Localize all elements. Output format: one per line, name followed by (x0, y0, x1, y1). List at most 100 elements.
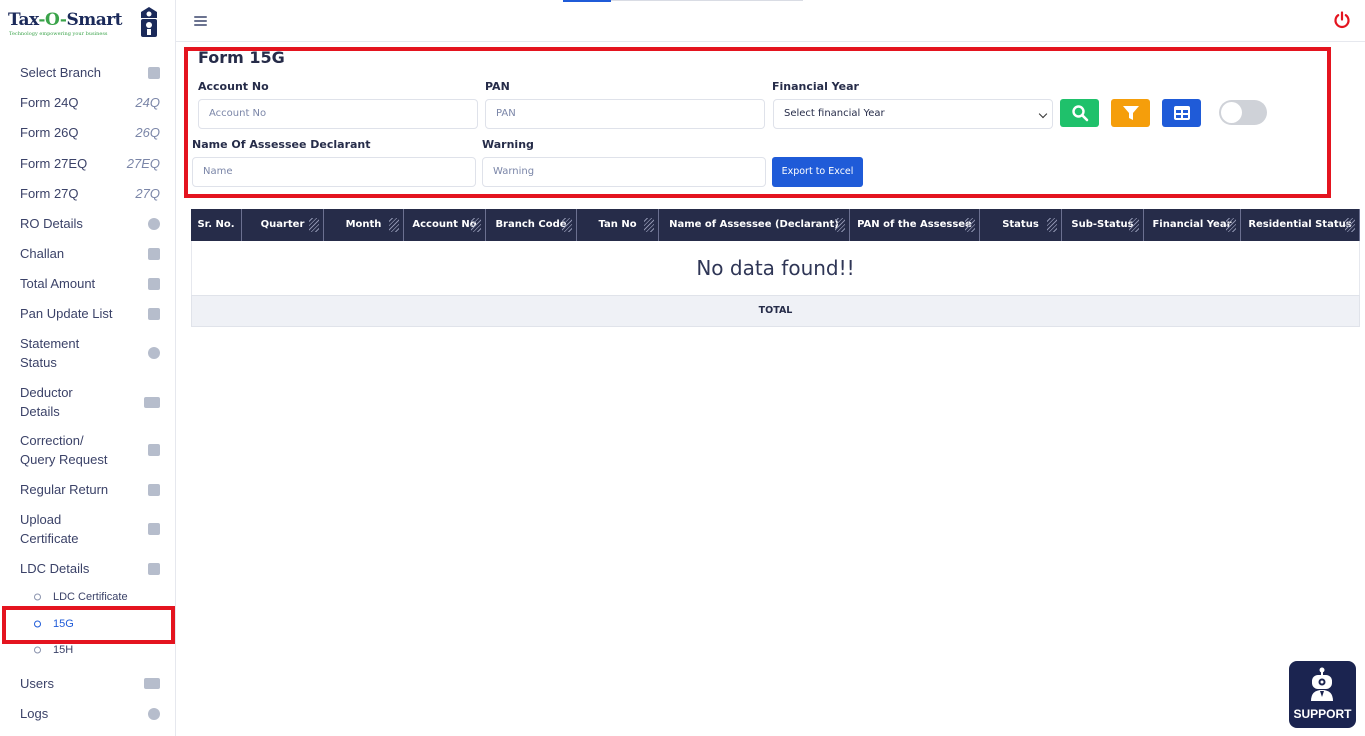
sidebar-item-users[interactable]: Users (0, 674, 176, 693)
sidebar-item-label: Correction/Query Request (20, 433, 108, 467)
certificate-icon (148, 562, 160, 575)
sidebar-item-statement-status[interactable]: Statement Status (0, 334, 176, 372)
sidebar-item-label: Users (20, 676, 54, 691)
sort-icon (1226, 218, 1236, 232)
wallet-icon (148, 277, 160, 290)
support-button[interactable]: SUPPORT (1289, 661, 1356, 728)
sidebar-item-label: Select Branch (20, 65, 101, 80)
pan-input[interactable]: PAN (485, 99, 765, 129)
sort-icon (471, 218, 481, 232)
view-toggle-switch[interactable] (1219, 100, 1267, 125)
brand-tagline: Technology empowering your business (9, 31, 108, 37)
form-abbr: 26Q (135, 125, 160, 140)
sidebar-item-challan[interactable]: Challan (0, 244, 176, 263)
sort-icon (1129, 218, 1139, 232)
account-no-input[interactable]: Account No (198, 99, 478, 129)
warning-label: Warning (482, 138, 534, 151)
warning-input[interactable]: Warning (482, 157, 766, 187)
sidebar-item-label: Form 27EQ (20, 156, 88, 171)
users-icon (144, 678, 160, 689)
sidebar-item-deductor-details[interactable]: Deductor Details (0, 383, 176, 421)
filter-button[interactable] (1111, 99, 1150, 127)
column-header-label: PAN of the Assessee (857, 219, 972, 230)
top-progress-line (563, 0, 803, 2)
column-grid-button[interactable] (1162, 99, 1201, 127)
sidebar-item-regular-return[interactable]: Regular Return (0, 480, 176, 499)
table-header: Sr. No. Quarter Month Account No Branch Code… (191, 209, 1360, 241)
sidebar-item-correction-query-request[interactable]: Correction/Query Request (0, 431, 176, 469)
sidebar-item-label: Form 24Q (20, 95, 79, 110)
sidebar-item-select-branch[interactable]: Select Branch (0, 63, 176, 82)
name-label: Name Of Assessee Declarant (192, 138, 371, 151)
sidebar-item-ldc-details[interactable]: LDC Details (0, 559, 176, 578)
financial-year-select[interactable]: Select financial Year (773, 99, 1053, 129)
sidebar-highlight-box (2, 606, 175, 644)
column-header-label: Financial Year (1152, 219, 1232, 230)
column-header-name-of-assessee-declarant[interactable]: Name of Assessee (Declarant) (659, 209, 850, 241)
column-header-label: Account No (412, 219, 477, 230)
column-header-quarter[interactable]: Quarter (242, 209, 324, 241)
file-icon (148, 483, 160, 496)
sidebar-subitem-15h[interactable]: 15H (0, 643, 176, 657)
name-input[interactable]: Name (192, 157, 476, 187)
column-header-account-no[interactable]: Account No (404, 209, 486, 241)
column-header-month[interactable]: Month (324, 209, 404, 241)
form-abbr: 27Q (135, 186, 160, 201)
sidebar-item-label: Logs (20, 706, 49, 721)
sort-icon (965, 218, 975, 232)
sidebar-item-ro-details[interactable]: RO Details (0, 214, 176, 233)
sidebar-item-form-27q[interactable]: Form 27Q 27Q (0, 184, 176, 203)
column-header-tan-no[interactable]: Tan No (577, 209, 659, 241)
search-button[interactable] (1060, 99, 1099, 127)
column-header-label: Sub-Status (1071, 219, 1134, 230)
sort-icon (1047, 218, 1057, 232)
sidebar: Tax-O-Smart Technology empowering your b… (0, 0, 176, 736)
toggle-knob (1221, 102, 1242, 123)
sidebar-item-form-24q[interactable]: Form 24Q 24Q (0, 93, 176, 112)
history-icon (148, 707, 160, 720)
column-header-status[interactable]: Status (980, 209, 1062, 241)
sidebar-item-label: Challan (20, 246, 65, 261)
column-header-financial-year[interactable]: Financial Year (1144, 209, 1241, 241)
form-abbr: 24Q (135, 95, 160, 110)
credit-card-icon (144, 396, 160, 408)
column-header-sr-no[interactable]: Sr. No. (191, 209, 242, 241)
brand-name: Tax-O-Smart (8, 10, 123, 30)
column-header-pan-of-the-assessee[interactable]: PAN of the Assessee (850, 209, 980, 241)
sidebar-item-label: RO Details (20, 216, 83, 231)
financial-year-label: Financial Year (772, 80, 859, 93)
sidebar-item-label: Form 26Q (20, 125, 79, 140)
sidebar-item-form-27eq[interactable]: Form 27EQ 27EQ (0, 154, 176, 173)
calendar-icon (148, 444, 160, 456)
sidebar-item-pan-update-list[interactable]: Pan Update List (0, 304, 176, 323)
sidebar-item-upload-certificate[interactable]: Upload Certificate (0, 510, 176, 548)
power-icon[interactable] (1333, 11, 1351, 29)
sort-icon (644, 218, 654, 232)
support-label: SUPPORT (1293, 707, 1352, 721)
id-card-icon (148, 66, 160, 79)
column-header-label: Tan No (598, 219, 637, 230)
topbar (176, 0, 1365, 42)
clock-icon (148, 347, 160, 359)
page-title: Form 15G (198, 48, 285, 67)
sidebar-item-label: Total Amount (20, 276, 96, 291)
financial-year-value: Select financial Year (784, 108, 885, 119)
sidebar-item-logs[interactable]: Logs (0, 704, 176, 723)
sidebar-item-total-amount[interactable]: Total Amount (0, 274, 176, 293)
export-to-excel-button[interactable]: Export to Excel (772, 157, 863, 187)
brand-logo[interactable]: Tax-O-Smart Technology empowering your b… (6, 6, 171, 44)
empty-message: No data found!! (191, 241, 1360, 295)
receipt-icon (148, 247, 160, 260)
column-header-sub-status[interactable]: Sub-Status (1062, 209, 1144, 241)
sidebar-subitem-ldc-certificate[interactable]: LDC Certificate (0, 590, 176, 604)
sidebar-item-label: Deductor Details (20, 385, 73, 419)
column-header-residential-status[interactable]: Residential Status (1241, 209, 1360, 241)
pan-label: PAN (485, 80, 510, 93)
sort-icon (389, 218, 399, 232)
table-grid-icon (1173, 106, 1190, 120)
column-header-branch-code[interactable]: Branch Code (486, 209, 577, 241)
info-icon (148, 217, 160, 230)
sidebar-item-form-26q[interactable]: Form 26Q 26Q (0, 123, 176, 142)
sort-icon (562, 218, 572, 232)
menu-toggle-icon[interactable] (194, 16, 207, 26)
